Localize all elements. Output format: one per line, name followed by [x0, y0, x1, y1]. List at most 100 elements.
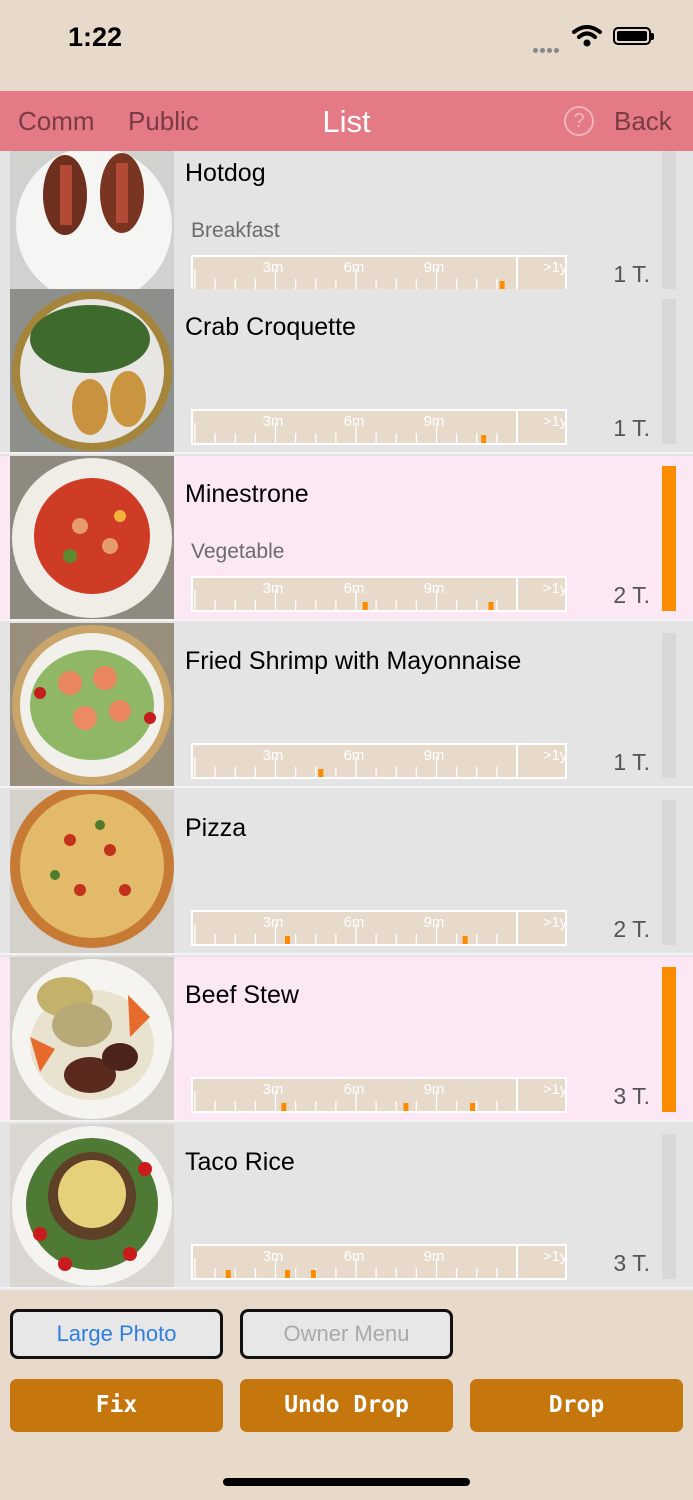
times-count: 1 T.	[613, 749, 650, 775]
list-item[interactable]: Taco Rice 3m 6m 9m >1y 3 T.	[0, 1124, 693, 1289]
times-count: 1 T.	[613, 261, 650, 287]
timeline-label: 3m	[263, 259, 284, 276]
timeline-label: >1y	[543, 580, 565, 597]
row-category: Vegetable	[191, 540, 285, 563]
timeline-label: 6m	[344, 580, 365, 597]
history-timeline: 3m 6m 9m >1y	[191, 409, 567, 445]
row-category: Breakfast	[191, 219, 280, 242]
history-timeline: 3m 6m 9m >1y	[191, 743, 567, 779]
times-count: 3 T.	[613, 1250, 650, 1276]
timeline-label: 6m	[344, 914, 365, 931]
frequency-bar	[662, 151, 676, 290]
timeline-label: 6m	[344, 413, 365, 430]
timeline-label: 6m	[344, 1248, 365, 1265]
battery-icon	[613, 27, 654, 45]
frequency-bar	[662, 800, 676, 945]
beef-stew-photo[interactable]	[10, 957, 174, 1120]
large-photo-button[interactable]: Large Photo	[10, 1309, 223, 1359]
pizza-photo[interactable]	[10, 790, 174, 953]
taco-rice-photo[interactable]	[10, 1124, 174, 1287]
row-name: Hotdog	[185, 159, 266, 187]
timeline-mark	[488, 602, 494, 610]
history-timeline: 3m 6m 9m >1y	[191, 1077, 567, 1113]
timeline-label: 3m	[263, 1081, 284, 1098]
frequency-bar	[662, 967, 676, 1112]
timeline-label: 6m	[344, 747, 365, 764]
timeline-label: >1y	[543, 259, 565, 276]
row-name: Beef Stew	[185, 981, 299, 1009]
signal-icon	[533, 40, 561, 58]
frequency-bar	[662, 1134, 676, 1279]
timeline-mark	[470, 1103, 475, 1111]
frequency-bar	[662, 299, 676, 444]
timeline-mark	[318, 769, 324, 777]
timeline-label: 9m	[424, 413, 445, 430]
times-count: 2 T.	[613, 582, 650, 608]
row-name: Fried Shrimp with Mayonnaise	[185, 647, 522, 675]
timeline-label: 9m	[424, 259, 445, 276]
timeline-label: 6m	[344, 1081, 365, 1098]
wifi-icon	[572, 25, 602, 52]
undo-drop-button[interactable]: Undo Drop	[240, 1379, 453, 1432]
timeline-mark	[403, 1103, 409, 1111]
frequency-bar	[662, 466, 676, 611]
timeline-mark	[481, 435, 487, 443]
row-name: Minestrone	[185, 480, 309, 508]
timeline-label: 3m	[263, 413, 284, 430]
home-indicator[interactable]	[223, 1478, 470, 1486]
timeline-label: >1y	[543, 914, 565, 931]
history-timeline: 3m 6m 9m >1y	[191, 255, 567, 291]
menu-list[interactable]: Hotdog Breakfast 3m 6m 9m >1y 1 T. Crab Cro…	[0, 151, 693, 1291]
row-name: Pizza	[185, 814, 247, 842]
timeline-label: 3m	[263, 747, 284, 764]
timeline-label: 3m	[263, 1248, 284, 1265]
timeline-label: >1y	[543, 413, 565, 430]
list-item[interactable]: Beef Stew 3m 6m 9m >1y 3 T.	[0, 957, 693, 1122]
drop-button[interactable]: Drop	[470, 1379, 683, 1432]
list-item[interactable]: Fried Shrimp with Mayonnaise 3m 6m 9m >1y 1…	[0, 623, 693, 788]
list-item[interactable]: Hotdog Breakfast 3m 6m 9m >1y 1 T.	[0, 151, 693, 300]
frequency-bar	[662, 633, 676, 778]
timeline-mark	[310, 1270, 316, 1278]
timeline-label: 6m	[344, 259, 365, 276]
timeline-label: 9m	[424, 914, 445, 931]
history-timeline: 3m 6m 9m >1y	[191, 1244, 567, 1280]
timeline-label: >1y	[543, 1081, 565, 1098]
status-time: 1:22	[68, 22, 123, 52]
navigation-bar: Comm Public List ? Back	[0, 91, 693, 151]
times-count: 3 T.	[613, 1083, 650, 1109]
timeline-label: 9m	[424, 1248, 445, 1265]
row-name: Crab Croquette	[185, 313, 356, 341]
times-count: 1 T.	[613, 415, 650, 441]
timeline-mark	[462, 936, 468, 944]
list-item[interactable]: Minestrone Vegetable 3m 6m 9m >1y 2 T.	[0, 456, 693, 621]
timeline-label: 9m	[424, 747, 445, 764]
history-timeline: 3m 6m 9m >1y	[191, 576, 567, 612]
crab-croquette-photo[interactable]	[10, 289, 174, 452]
timeline-mark	[285, 1270, 290, 1278]
list-item[interactable]: Crab Croquette 3m 6m 9m >1y 1 T.	[0, 289, 693, 454]
fix-button[interactable]: Fix	[10, 1379, 223, 1432]
timeline-mark	[285, 936, 290, 944]
list-item[interactable]: Pizza 3m 6m 9m >1y 2 T.	[0, 790, 693, 955]
hotdog-photo[interactable]	[10, 151, 174, 298]
timeline-label: >1y	[543, 1248, 565, 1265]
owner-menu-button[interactable]: Owner Menu	[240, 1309, 453, 1359]
timeline-label: 9m	[424, 1081, 445, 1098]
back-button[interactable]: Back	[614, 106, 672, 137]
timeline-label: >1y	[543, 747, 565, 764]
fried-shrimp-photo[interactable]	[10, 623, 174, 786]
timeline-mark	[225, 1270, 231, 1278]
minestrone-photo[interactable]	[10, 456, 174, 619]
timeline-label: 3m	[263, 914, 284, 931]
history-timeline: 3m 6m 9m >1y	[191, 910, 567, 946]
help-icon[interactable]: ?	[564, 106, 594, 136]
timeline-mark	[281, 1103, 287, 1111]
row-name: Taco Rice	[185, 1148, 295, 1176]
status-bar: 1:22	[0, 0, 693, 90]
timeline-label: 9m	[424, 580, 445, 597]
timeline-mark	[362, 602, 368, 610]
times-count: 2 T.	[613, 916, 650, 942]
timeline-mark	[499, 281, 505, 289]
timeline-label: 3m	[263, 580, 284, 597]
